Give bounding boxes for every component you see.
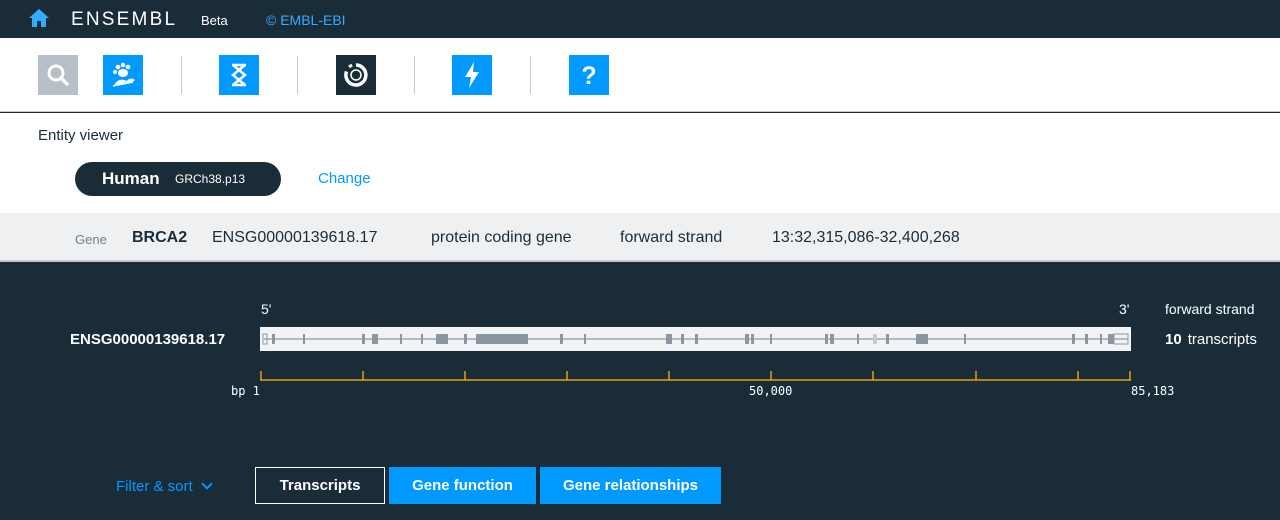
- launchbar-divider: [530, 56, 531, 94]
- transcript-count-number: 10: [1165, 331, 1182, 348]
- filter-sort-toggle[interactable]: Filter & sort: [116, 478, 213, 495]
- search-app-button[interactable]: [38, 55, 78, 95]
- app-name: Entity viewer: [38, 127, 124, 144]
- ruler-end-label: 85,183: [1131, 384, 1175, 398]
- magnifier-icon: [47, 64, 69, 86]
- lightning-icon: [465, 62, 479, 88]
- circular-viewer-icon: [344, 63, 368, 87]
- tools-app-button[interactable]: [452, 55, 492, 95]
- species-name: Human: [102, 169, 160, 188]
- gene-strand: forward strand: [620, 229, 723, 246]
- copyright-link[interactable]: © EMBL-EBI: [266, 12, 346, 28]
- gene-track[interactable]: [260, 327, 1131, 351]
- change-species-link[interactable]: Change: [318, 170, 371, 187]
- gene-label: Gene: [75, 232, 107, 247]
- beta-label: Beta: [201, 13, 228, 28]
- five-prime-label: 5': [261, 301, 272, 317]
- svg-text:?: ?: [581, 62, 596, 90]
- paw-leaf-icon: [112, 62, 135, 87]
- entity-viewer-app-button[interactable]: [336, 55, 376, 95]
- three-prime-label: 3': [1119, 301, 1130, 317]
- launchbar: ?: [0, 38, 1280, 112]
- ruler-mid-label: 50,000: [749, 384, 793, 398]
- launchbar-divider: [297, 56, 298, 94]
- help-app-button[interactable]: ?: [569, 55, 609, 95]
- ruler-start-label: bp 1: [231, 384, 260, 398]
- transcript-count-label: transcripts: [1187, 331, 1257, 348]
- species-selector-app-button[interactable]: [103, 55, 143, 95]
- gene-biotype: protein coding gene: [431, 229, 572, 246]
- gene-location: 13:32,315,086-32,400,268: [772, 229, 960, 246]
- home-icon[interactable]: [28, 8, 50, 28]
- species-tab[interactable]: Human GRCh38.p13: [75, 162, 281, 196]
- genome-browser-app-button[interactable]: [219, 55, 259, 95]
- bp-ruler: [260, 371, 1131, 381]
- launchbar-divider: [181, 56, 182, 94]
- tab-transcripts[interactable]: Transcripts: [255, 467, 385, 504]
- overview-strand-label: forward strand: [1165, 301, 1255, 317]
- gene-stable-id: ENSG00000139618.17: [212, 229, 378, 246]
- transcript-count: 10 transcripts: [1165, 331, 1257, 348]
- gene-summary-strip: Gene BRCA2 ENSG00000139618.17 protein co…: [0, 213, 1280, 262]
- brand-logo[interactable]: ENSEMBL: [71, 9, 177, 31]
- chevron-down-icon: [201, 478, 213, 490]
- overview-gene-id: ENSG00000139618.17: [70, 331, 226, 348]
- gene-symbol: BRCA2: [132, 229, 188, 246]
- gene-overview: 5' 3' forward strand ENSG00000139618.17: [0, 263, 1280, 453]
- tab-gene-relationships[interactable]: Gene relationships: [540, 467, 721, 504]
- tab-gene-function[interactable]: Gene function: [389, 467, 536, 504]
- app-bar: Entity viewer Human GRCh38.p13 Change: [0, 113, 1280, 213]
- top-bar: ENSEMBL Beta © EMBL-EBI: [0, 0, 1280, 38]
- filter-sort-label: Filter & sort: [116, 478, 193, 495]
- question-icon: ?: [581, 62, 596, 90]
- launchbar-divider: [414, 56, 415, 94]
- dna-helix-icon: [231, 63, 247, 87]
- assembly-name: GRCh38.p13: [175, 172, 246, 186]
